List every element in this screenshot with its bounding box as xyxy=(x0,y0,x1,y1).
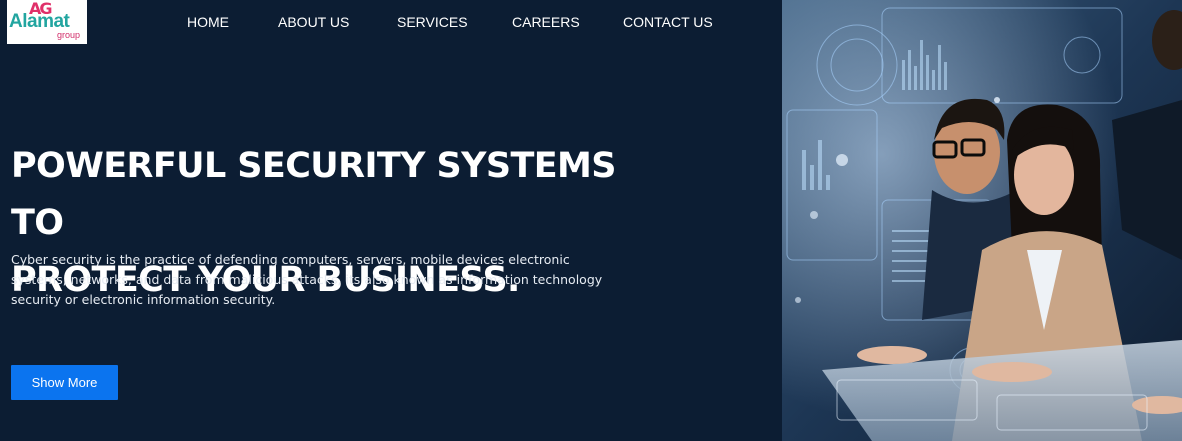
show-more-button[interactable]: Show More xyxy=(11,365,118,400)
nav-services[interactable]: SERVICES xyxy=(397,14,468,30)
hologram-photo-illustration xyxy=(782,0,1182,441)
nav-home[interactable]: HOME xyxy=(187,14,229,30)
nav-contact-us[interactable]: CONTACT US xyxy=(623,14,713,30)
hero-title-line-1: POWERFUL SECURITY SYSTEMS TO xyxy=(11,146,616,243)
nav-careers[interactable]: CAREERS xyxy=(512,14,580,30)
hero-description: Cyber security is the practice of defend… xyxy=(11,252,603,307)
nav-about-us[interactable]: ABOUT US xyxy=(278,14,349,30)
hero-image xyxy=(782,0,1182,441)
main-nav: HOME ABOUT US SERVICES CAREERS CONTACT U… xyxy=(0,0,780,44)
